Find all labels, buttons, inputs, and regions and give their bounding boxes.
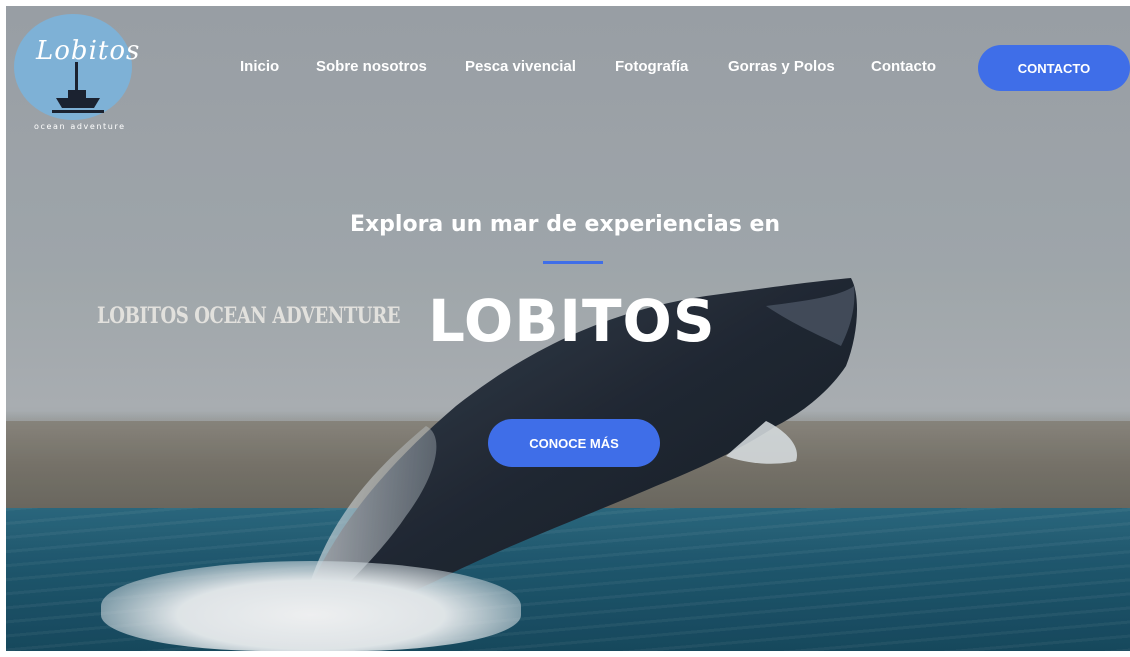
learn-more-button[interactable]: CONOCE MÁS (488, 419, 660, 467)
nav-item-gorras-y-polos[interactable]: Gorras y Polos (728, 58, 835, 75)
nav-item-pesca-vivencial[interactable]: Pesca vivencial (465, 58, 576, 75)
contact-button[interactable]: CONTACTO (978, 45, 1130, 91)
hero-overlay-text: LOBITOS OCEAN ADVENTURE (97, 303, 401, 329)
nav-item-contacto[interactable]: Contacto (871, 58, 936, 75)
nav-item-fotografia[interactable]: Fotografía (615, 58, 688, 75)
nav-item-sobre-nosotros[interactable]: Sobre nosotros (316, 58, 427, 75)
hero-title: LOBITOS (428, 287, 716, 355)
boat-icon (52, 62, 104, 113)
logo[interactable]: Lobitos ocean adventure (14, 14, 139, 131)
logo-tagline: ocean adventure (34, 122, 126, 131)
title-divider (543, 261, 603, 264)
nav-item-inicio[interactable]: Inicio (240, 58, 279, 75)
hero-subtitle: Explora un mar de experiencias en (349, 212, 781, 237)
